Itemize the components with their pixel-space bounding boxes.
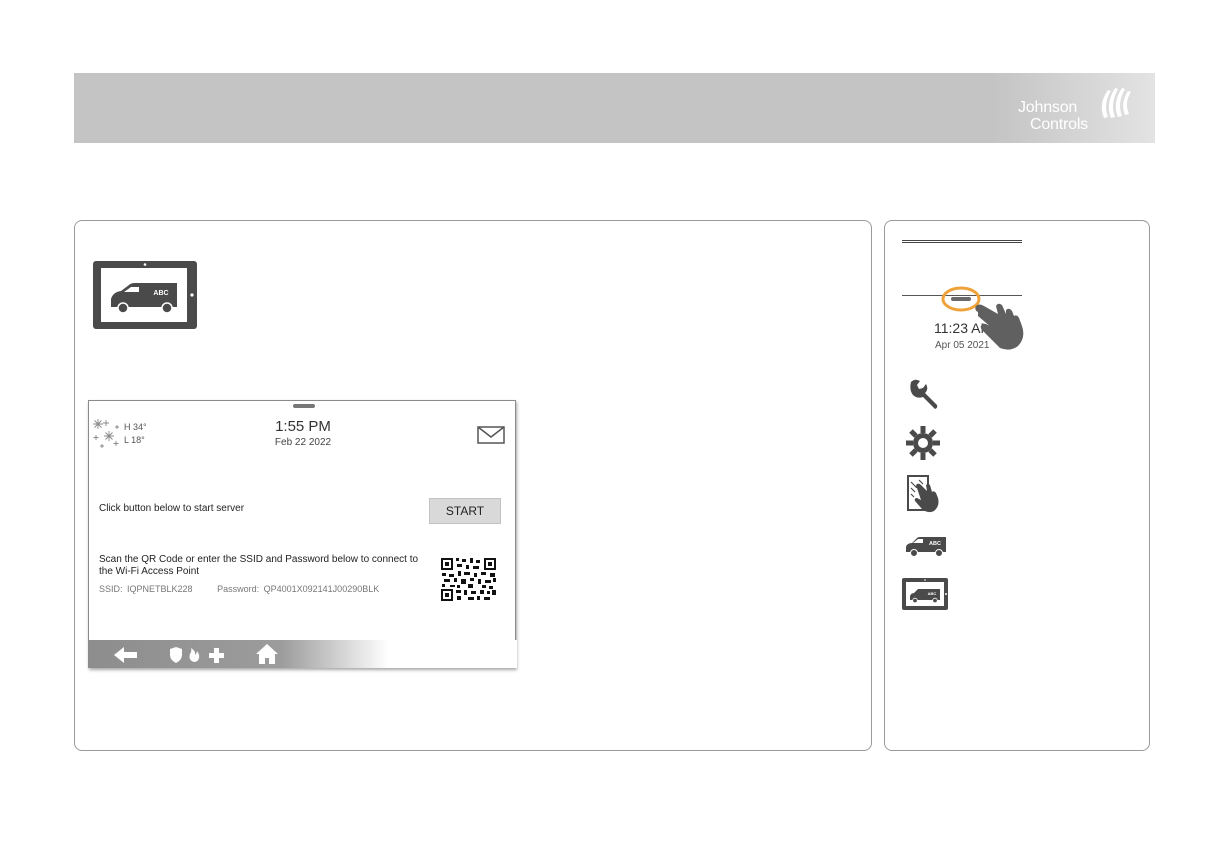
brand-logo-icon [1101,88,1131,118]
emergency-icons[interactable] [169,646,225,664]
screen-time: 1:55 PM [275,418,331,435]
server-instruction: Click button below to start server [99,503,245,514]
bottom-nav-bar [89,640,517,668]
start-button[interactable]: START [429,498,501,524]
password-value: QP4001X092141J00290BLK [263,584,380,594]
touch-panel-icon [907,475,939,513]
wifi-credentials: SSID: IQPNETBLK228 Password: QP4001X0921… [99,584,381,594]
brand-line2: Controls [1030,116,1088,133]
side-divider-top [902,240,1022,243]
brand-line1: Johnson [1018,99,1078,116]
pulldown-handle[interactable] [293,404,315,408]
device-van-icon-label: ABC [928,591,937,596]
ssid-value: IQPNETBLK228 [127,584,193,594]
brand-logo-text: Johnson Controls [1018,99,1108,133]
device-van-icon: ABC [902,578,948,610]
back-arrow-icon[interactable] [113,646,139,664]
qr-instruction: Scan the QR Code or enter the SSID and P… [99,554,419,577]
panel-screen: H 34° L 18° 1:55 PM Feb 22 2022 Click bu… [88,400,517,668]
mail-icon[interactable] [477,425,505,445]
qr-code [440,557,497,602]
wrench-icon [910,379,938,409]
gear-icon [906,426,940,460]
hand-pointer-icon [975,303,1024,350]
device-van-thumbnail-icon: ABC [93,261,197,329]
van-label: ABC [153,290,168,297]
van-icon-label: ABC [929,541,941,547]
screen-date: Feb 22 2022 [274,437,332,448]
home-icon[interactable] [255,643,279,665]
van-icon: ABC [906,537,946,557]
header-band [74,73,1155,143]
ssid-label: SSID: [99,584,123,594]
password-label: Password: [217,584,260,594]
